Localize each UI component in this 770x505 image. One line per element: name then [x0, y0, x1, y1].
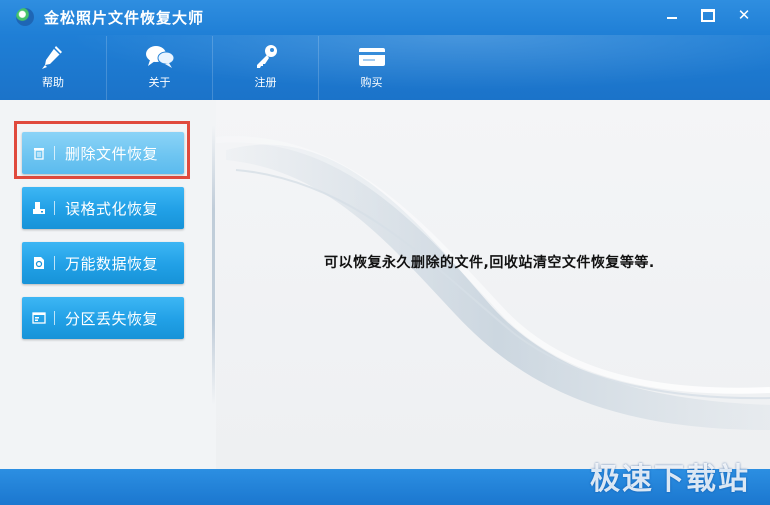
toolbar-about-label: 关于 [148, 76, 171, 89]
toolbar-buy-button[interactable]: 购买 [318, 36, 424, 100]
toolbar-about-button[interactable]: 关于 [106, 36, 212, 100]
wave-decoration [216, 136, 770, 431]
sidebar-item-deleted-file-recovery[interactable]: 删除文件恢复 [22, 132, 184, 174]
app-title: 金松照片文件恢复大师 [44, 9, 205, 27]
close-button[interactable]: ✕ [726, 4, 762, 26]
card-icon [356, 42, 388, 72]
separator [54, 256, 55, 270]
title-bar[interactable]: 金松照片文件恢复大师 ✕ [0, 0, 770, 34]
pen-icon [37, 42, 69, 72]
main-content: 可以恢复永久删除的文件,回收站清空文件恢复等等. [216, 100, 770, 469]
sidebar-item-label: 万能数据恢复 [65, 254, 159, 273]
app-logo-icon [16, 8, 34, 26]
sidebar-item-label: 误格式化恢复 [65, 199, 159, 218]
window-controls: ✕ [654, 4, 762, 26]
minimize-button[interactable] [654, 4, 690, 26]
sidebar-item-label: 删除文件恢复 [65, 144, 159, 163]
toolbar-register-button[interactable]: 注册 [212, 36, 318, 100]
separator [54, 311, 55, 325]
file-icon [31, 255, 47, 271]
app-window: 金松照片文件恢复大师 ✕ 帮助 关于 注册 购买 删除文件恢复 误格式化恢复 万… [0, 0, 770, 505]
toolbar-help-button[interactable]: 帮助 [0, 36, 106, 100]
feature-description: 可以恢复永久删除的文件,回收站清空文件恢复等等. [324, 255, 655, 271]
toolbar-buy-label: 购买 [360, 76, 383, 89]
key-icon [250, 42, 282, 72]
header: 金松照片文件恢复大师 ✕ 帮助 关于 注册 购买 [0, 0, 770, 100]
drive-icon [31, 200, 47, 216]
toolbar-help-label: 帮助 [42, 76, 64, 89]
separator [54, 201, 55, 215]
separator [54, 146, 55, 160]
panel-divider [212, 125, 215, 405]
close-icon: ✕ [737, 6, 751, 24]
sidebar-item-label: 分区丢失恢复 [65, 309, 159, 328]
toolbar-register-label: 注册 [254, 76, 277, 89]
sidebar-item-format-recovery[interactable]: 误格式化恢复 [22, 187, 184, 229]
sidebar-item-partition-recovery[interactable]: 分区丢失恢复 [22, 297, 184, 339]
chat-bubbles-icon [144, 42, 176, 72]
toolbar: 帮助 关于 注册 购买 [0, 36, 424, 100]
sidebar-item-universal-data-recovery[interactable]: 万能数据恢复 [22, 242, 184, 284]
maximize-icon [701, 8, 715, 22]
watermark: 极速下载站 [590, 462, 750, 497]
trash-icon [31, 145, 47, 161]
maximize-button[interactable] [690, 4, 726, 26]
minimize-icon [667, 17, 677, 19]
partition-icon [31, 310, 47, 326]
sidebar: 删除文件恢复 误格式化恢复 万能数据恢复 分区丢失恢复 [0, 100, 212, 469]
